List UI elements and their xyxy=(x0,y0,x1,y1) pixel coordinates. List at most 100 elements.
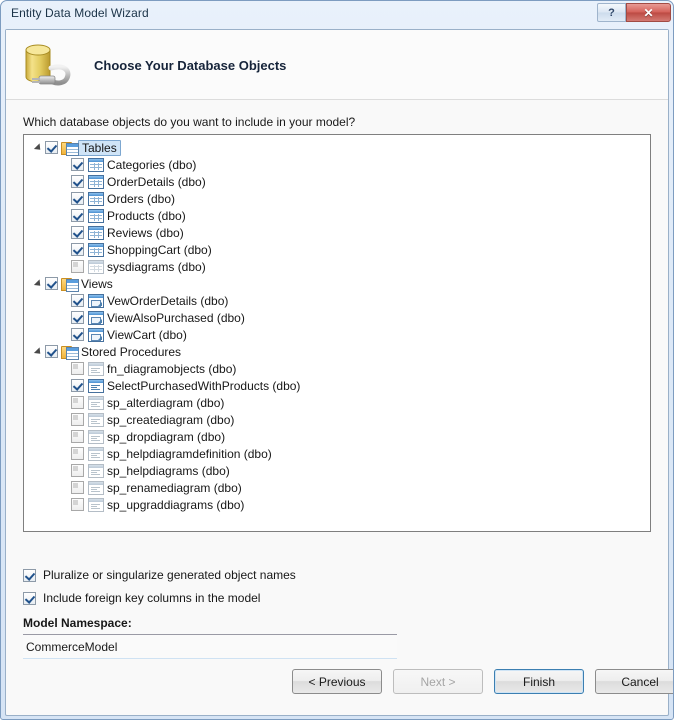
item-checkbox[interactable] xyxy=(71,379,84,392)
tree-item[interactable]: fn_diagramobjects (dbo) xyxy=(24,360,650,377)
pluralize-option[interactable]: Pluralize or singularize generated objec… xyxy=(23,568,296,582)
group-checkbox[interactable] xyxy=(45,141,58,154)
pluralize-label: Pluralize or singularize generated objec… xyxy=(43,568,296,582)
pluralize-checkbox[interactable] xyxy=(23,568,36,582)
foreign-keys-checkbox[interactable] xyxy=(23,591,36,605)
tree-item-label: sp_helpdiagramdefinition (dbo) xyxy=(107,446,272,461)
tree-item[interactable]: ViewCart (dbo) xyxy=(24,326,650,343)
tree-group-label: Views xyxy=(81,276,113,291)
item-checkbox[interactable] xyxy=(71,328,84,341)
tree-item-label: Orders (dbo) xyxy=(107,191,176,206)
item-checkbox[interactable] xyxy=(71,209,84,222)
tree-item[interactable]: VewOrderDetails (dbo) xyxy=(24,292,650,309)
item-checkbox[interactable] xyxy=(71,294,84,307)
item-checkbox[interactable] xyxy=(71,396,84,409)
tree-item-label: sp_renamediagram (dbo) xyxy=(107,480,242,495)
title-bar: Entity Data Model Wizard ? ✕ xyxy=(1,1,673,29)
dialog-buttons: < Previous Next > Finish Cancel xyxy=(292,669,673,694)
tables-folder-icon xyxy=(61,140,79,156)
item-checkbox[interactable] xyxy=(71,362,84,375)
views-folder-icon xyxy=(61,276,79,292)
procedure-icon xyxy=(87,480,104,495)
procedure-icon xyxy=(87,497,104,512)
view-icon xyxy=(87,310,104,325)
tree-item[interactable]: SelectPurchasedWithProducts (dbo) xyxy=(24,377,650,394)
view-icon xyxy=(87,327,104,342)
item-checkbox[interactable] xyxy=(71,498,84,511)
tree-item[interactable]: Orders (dbo) xyxy=(24,190,650,207)
procedure-icon xyxy=(87,446,104,461)
database-objects-tree[interactable]: Tables Categories (dbo) OrderDetails (dbo)… xyxy=(23,134,651,532)
tree-item[interactable]: sp_creatediagram (dbo) xyxy=(24,411,650,428)
item-checkbox[interactable] xyxy=(71,226,84,239)
tree-item[interactable]: sysdiagrams (dbo) xyxy=(24,258,650,275)
tree-list: Tables Categories (dbo) OrderDetails (dbo)… xyxy=(24,135,650,513)
item-checkbox[interactable] xyxy=(71,481,84,494)
tree-group-stored-procedures[interactable]: Stored Procedures xyxy=(24,343,650,360)
table-icon xyxy=(87,191,104,206)
tree-item-label: sp_alterdiagram (dbo) xyxy=(107,395,225,410)
finish-button[interactable]: Finish xyxy=(494,669,584,694)
procedure-icon xyxy=(87,429,104,444)
procedure-icon xyxy=(87,463,104,478)
tree-item[interactable]: sp_alterdiagram (dbo) xyxy=(24,394,650,411)
expander-icon[interactable] xyxy=(31,139,45,156)
model-namespace-label: Model Namespace: xyxy=(23,616,132,630)
tree-item[interactable]: OrderDetails (dbo) xyxy=(24,173,650,190)
tree-item-label: OrderDetails (dbo) xyxy=(107,174,206,189)
database-plug-icon xyxy=(20,40,84,92)
item-checkbox[interactable] xyxy=(71,447,84,460)
tree-group-views[interactable]: Views xyxy=(24,275,650,292)
item-checkbox[interactable] xyxy=(71,175,84,188)
cancel-button[interactable]: Cancel xyxy=(595,669,673,694)
tree-group-label: Stored Procedures xyxy=(81,344,182,359)
tree-item-label: sysdiagrams (dbo) xyxy=(107,259,206,274)
expander-icon[interactable] xyxy=(31,343,45,360)
item-checkbox[interactable] xyxy=(71,192,84,205)
item-checkbox[interactable] xyxy=(71,260,84,273)
procedures-folder-icon xyxy=(61,344,79,360)
group-checkbox[interactable] xyxy=(45,345,58,358)
table-icon xyxy=(87,242,104,257)
tree-item[interactable]: sp_dropdiagram (dbo) xyxy=(24,428,650,445)
item-checkbox[interactable] xyxy=(71,464,84,477)
next-button: Next > xyxy=(393,669,483,694)
item-checkbox[interactable] xyxy=(71,430,84,443)
previous-button[interactable]: < Previous xyxy=(292,669,382,694)
page-header: Choose Your Database Objects xyxy=(6,30,668,100)
item-checkbox[interactable] xyxy=(71,243,84,256)
tree-item-label: ShoppingCart (dbo) xyxy=(107,242,212,257)
page-title: Choose Your Database Objects xyxy=(94,58,287,73)
tree-item[interactable]: ShoppingCart (dbo) xyxy=(24,241,650,258)
procedure-icon xyxy=(87,378,104,393)
tree-item[interactable]: sp_renamediagram (dbo) xyxy=(24,479,650,496)
tree-item-label: fn_diagramobjects (dbo) xyxy=(107,361,237,376)
help-button[interactable]: ? xyxy=(597,3,626,22)
tree-item[interactable]: ViewAlsoPurchased (dbo) xyxy=(24,309,650,326)
tree-item[interactable]: Reviews (dbo) xyxy=(24,224,650,241)
item-checkbox[interactable] xyxy=(71,311,84,324)
foreign-keys-label: Include foreign key columns in the model xyxy=(43,591,261,605)
tree-item-label: VewOrderDetails (dbo) xyxy=(107,293,229,308)
foreign-keys-option[interactable]: Include foreign key columns in the model xyxy=(23,591,260,605)
tree-group-label: Tables xyxy=(78,139,121,156)
tree-item-label: sp_helpdiagrams (dbo) xyxy=(107,463,230,478)
procedure-icon xyxy=(87,395,104,410)
item-checkbox[interactable] xyxy=(71,158,84,171)
group-checkbox[interactable] xyxy=(45,277,58,290)
tree-item-label: sp_creatediagram (dbo) xyxy=(107,412,235,427)
window-title: Entity Data Model Wizard xyxy=(11,6,149,20)
tree-group-tables[interactable]: Tables xyxy=(24,139,650,156)
item-checkbox[interactable] xyxy=(71,413,84,426)
expander-icon[interactable] xyxy=(31,275,45,292)
tree-item-label: sp_upgraddiagrams (dbo) xyxy=(107,497,245,512)
tree-item[interactable]: Products (dbo) xyxy=(24,207,650,224)
tree-item[interactable]: sp_helpdiagrams (dbo) xyxy=(24,462,650,479)
tree-item[interactable]: Categories (dbo) xyxy=(24,156,650,173)
close-button[interactable]: ✕ xyxy=(626,3,671,22)
tree-item[interactable]: sp_helpdiagramdefinition (dbo) xyxy=(24,445,650,462)
model-namespace-input[interactable] xyxy=(23,634,397,659)
dialog-body: Choose Your Database Objects Which datab… xyxy=(5,29,673,716)
tree-item[interactable]: sp_upgraddiagrams (dbo) xyxy=(24,496,650,513)
tree-item-label: sp_dropdiagram (dbo) xyxy=(107,429,226,444)
